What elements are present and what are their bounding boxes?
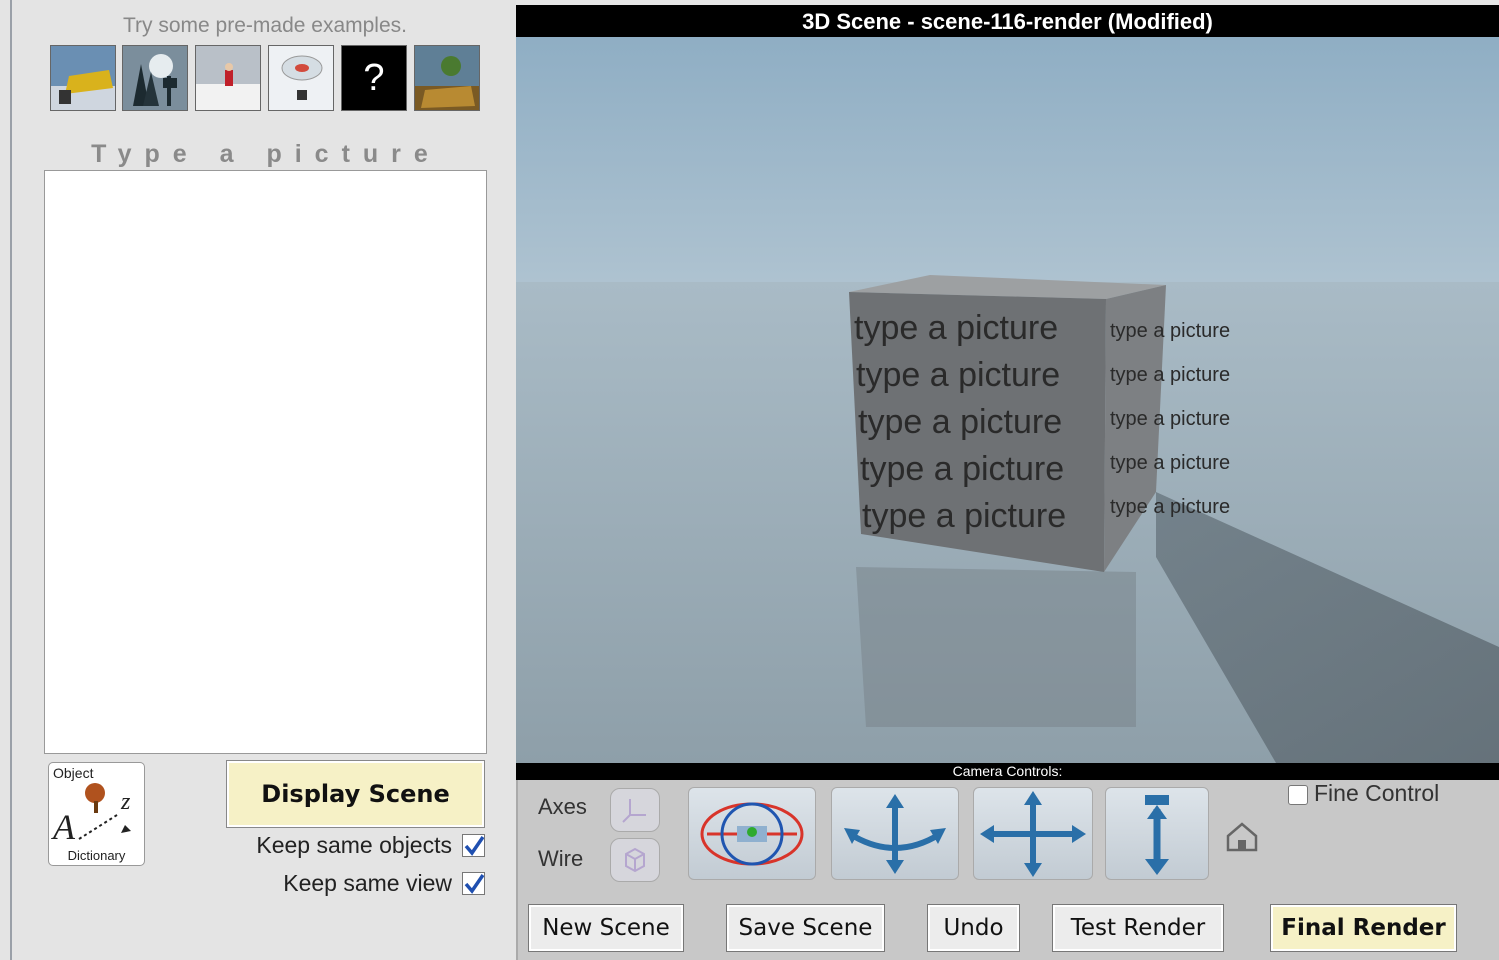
cube-text-line: type a picture	[858, 403, 1062, 441]
keep-same-view-label: Keep same view	[283, 870, 452, 896]
keep-same-view-option[interactable]: Keep same view	[190, 870, 485, 897]
fine-control-option[interactable]: Fine Control	[1288, 780, 1439, 807]
scene-title: 3D Scene - scene-116-render (Modified)	[516, 5, 1499, 37]
example-thumbnail-tree-box[interactable]	[414, 45, 480, 111]
final-render-button[interactable]: Final Render	[1270, 904, 1457, 952]
bulldozer-image	[51, 46, 115, 110]
example-thumbnail-fish-bowl[interactable]	[268, 45, 334, 111]
camera-controls-label: Camera Controls:	[516, 763, 1499, 780]
keep-same-objects-checkbox[interactable]	[462, 834, 485, 857]
scene-viewport[interactable]: type a picture type a picture type a pic…	[516, 37, 1499, 763]
example-thumbnail-bulldozer[interactable]	[50, 45, 116, 111]
checkmark-icon	[464, 873, 484, 894]
zoom-icon	[1145, 794, 1169, 875]
scene-panel: 3D Scene - scene-116-render (Modified) t…	[516, 5, 1499, 960]
orbit-icon	[700, 802, 804, 865]
example-thumbnail-trees-deer[interactable]	[122, 45, 188, 111]
picture-input[interactable]	[44, 170, 487, 754]
new-scene-button[interactable]: New Scene	[528, 904, 684, 952]
examples-title: Try some pre-made examples.	[123, 14, 407, 37]
example-thumbnail-santa[interactable]	[195, 45, 261, 111]
cube-text-line: type a picture	[862, 497, 1066, 535]
type-picture-title: Type a picture	[91, 140, 441, 168]
dictionary-icon: A z	[51, 783, 131, 847]
panel-edge	[10, 0, 12, 960]
cube-side-text-line: type a picture	[1110, 364, 1230, 386]
cube-side-text-line: type a picture	[1110, 320, 1230, 342]
rotate-camera-button[interactable]	[831, 787, 959, 880]
cube-text-line: type a picture	[854, 309, 1058, 347]
checkmark-icon	[464, 835, 484, 856]
santa-image	[196, 46, 260, 110]
keep-same-objects-label: Keep same objects	[256, 832, 452, 858]
cube-side-text-line: type a picture	[1110, 452, 1230, 474]
camera-controls-panel: Axes Wire Fine Control New Scene Save Sc…	[516, 780, 1499, 960]
cube-text-line: type a picture	[856, 356, 1060, 394]
svg-text:A: A	[51, 807, 76, 847]
dictionary-top-label: Object	[53, 765, 94, 781]
dictionary-bottom-label: Dictionary	[67, 848, 126, 863]
cube-reflection	[856, 567, 1136, 727]
object-dictionary-button[interactable]: Object A z Dictionary	[48, 762, 145, 866]
example-thumbnail-random[interactable]: ?	[341, 45, 407, 111]
home-view-button[interactable]	[1224, 818, 1260, 854]
svg-text:z: z	[120, 789, 131, 815]
pan-icon	[980, 790, 1086, 877]
axes-icon	[622, 799, 646, 823]
wire-toggle[interactable]	[610, 838, 660, 882]
wireframe-cube-icon	[625, 847, 645, 873]
pan-camera-button[interactable]	[973, 787, 1093, 880]
keep-same-objects-option[interactable]: Keep same objects	[190, 832, 485, 859]
keep-same-view-checkbox[interactable]	[462, 872, 485, 895]
cube-text-line: type a picture	[860, 450, 1064, 488]
trees-deer-image	[123, 46, 187, 110]
undo-button[interactable]: Undo	[927, 904, 1020, 952]
save-scene-button[interactable]: Save Scene	[726, 904, 885, 952]
orbit-camera-button[interactable]	[688, 787, 816, 880]
wire-label: Wire	[538, 846, 584, 871]
left-panel: Try some pre-made examples. ? Type a pic…	[0, 0, 516, 960]
fish-bowl-image	[269, 46, 333, 110]
axes-label: Axes	[538, 794, 587, 819]
test-render-button[interactable]: Test Render	[1052, 904, 1224, 952]
rotate-icon	[844, 793, 946, 874]
home-icon	[1226, 822, 1258, 852]
fine-control-label: Fine Control	[1314, 780, 1440, 806]
cube-side-text-line: type a picture	[1110, 408, 1230, 430]
cube-side-text-line: type a picture	[1110, 496, 1230, 518]
scene-render: type a picture type a picture type a pic…	[516, 37, 1499, 763]
tree-box-image	[415, 46, 479, 110]
axes-toggle[interactable]	[610, 788, 660, 832]
zoom-camera-button[interactable]	[1105, 787, 1209, 880]
display-scene-button[interactable]: Display Scene	[226, 760, 485, 828]
fine-control-checkbox[interactable]	[1288, 785, 1308, 805]
